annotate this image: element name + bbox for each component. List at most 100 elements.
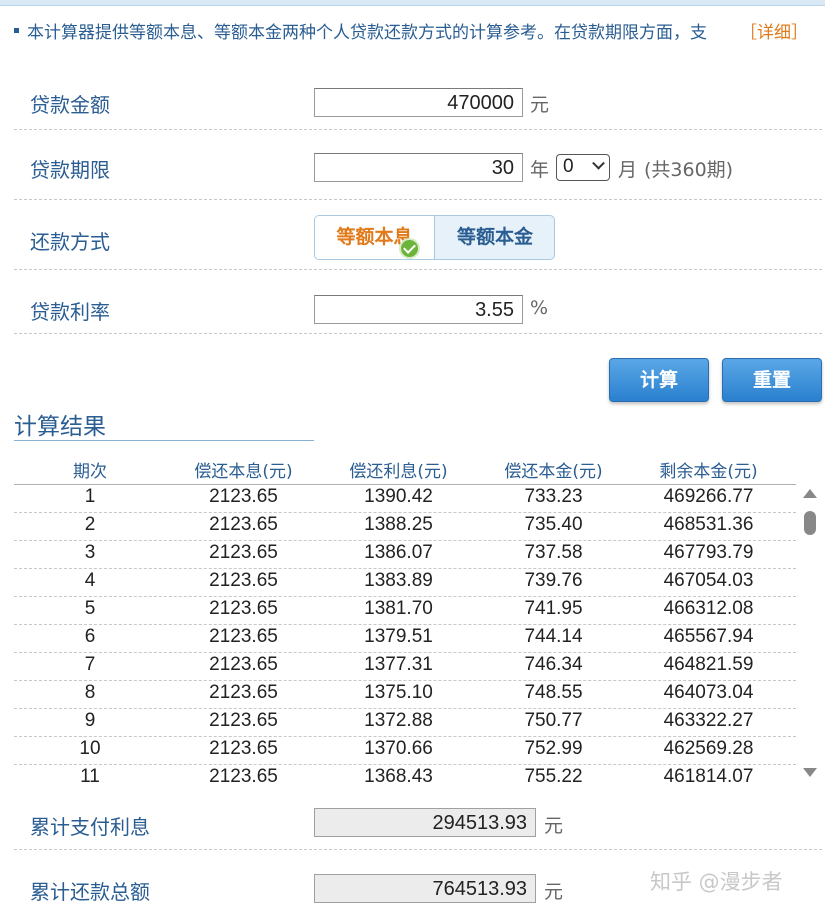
loan-amount-input[interactable]: 470000	[314, 88, 523, 117]
table-row: 2 2123.65 1388.25 735.40 468531.36	[14, 513, 796, 541]
table-row: 5 2123.65 1381.70 741.95 466312.08	[14, 597, 796, 625]
table-row: 8 2123.65 1375.10 748.55 464073.04	[14, 681, 796, 709]
cell-interest: 1370.66	[364, 738, 433, 759]
cell-remaining: 467793.79	[663, 542, 754, 563]
total-payment-label: 累计还款总额	[30, 880, 150, 904]
table-row: 7 2123.65 1377.31 746.34 464821.59	[14, 653, 796, 681]
cell-interest: 1368.43	[364, 766, 433, 785]
col-period: 期次	[73, 462, 107, 482]
cell-payment: 2123.65	[209, 626, 278, 647]
cell-interest: 1386.07	[364, 542, 433, 563]
cell-interest: 1381.70	[364, 598, 433, 619]
cell-remaining: 468531.36	[663, 514, 754, 535]
top-border	[0, 0, 825, 6]
total-interest-unit: 元	[544, 815, 564, 837]
table-scrollbar[interactable]	[799, 485, 821, 781]
table-row: 4 2123.65 1383.89 739.76 467054.03	[14, 569, 796, 597]
notice-text: 本计算器提供等额本息、等额本金两种个人贷款还款方式的计算参考。在贷款期限方面，支	[27, 23, 707, 43]
cell-payment: 2123.65	[209, 570, 278, 591]
calculate-button[interactable]: 计算	[609, 358, 709, 402]
results-table-header: 期次 偿还本息(元) 偿还利息(元) 偿还本金(元) 剩余本金(元)	[14, 455, 796, 485]
interest-rate-label: 贷款利率	[30, 300, 110, 324]
cell-principal: 741.95	[524, 598, 583, 619]
cell-principal: 744.14	[524, 626, 583, 647]
notice-bar: 本计算器提供等额本息、等额本金两种个人贷款还款方式的计算参考。在贷款期限方面，支…	[14, 18, 814, 46]
cell-period: 3	[84, 542, 96, 563]
loan-term-label: 贷款期限	[30, 158, 110, 182]
results-table-body[interactable]: 1 2123.65 1390.42 733.23 469266.77 2 2123.65 13…	[14, 485, 796, 785]
detail-link[interactable]: ［详细］	[732, 18, 808, 43]
cell-period: 2	[84, 514, 96, 535]
cell-payment: 2123.65	[209, 738, 278, 759]
scroll-down-icon[interactable]	[803, 768, 817, 777]
cell-payment: 2123.65	[209, 514, 278, 535]
cell-period: 9	[84, 710, 96, 731]
table-row: 10 2123.65 1370.66 752.99 462569.28	[14, 737, 796, 765]
cell-principal: 737.58	[524, 542, 583, 563]
cell-remaining: 464821.59	[663, 654, 754, 675]
table-row: 6 2123.65 1379.51 744.14 465567.94	[14, 625, 796, 653]
option-equal-principal[interactable]: 等额本金	[435, 216, 554, 259]
months-select-value: 0	[563, 156, 574, 177]
loan-term-years-input[interactable]: 30	[314, 153, 523, 182]
loan-amount-row: 贷款金额 470000 元	[14, 70, 822, 130]
cell-period: 11	[80, 766, 100, 785]
cell-remaining: 465567.94	[663, 626, 754, 647]
cell-interest: 1383.89	[364, 570, 433, 591]
months-select[interactable]: 0	[556, 154, 610, 181]
month-unit: 月	[618, 159, 638, 181]
cell-payment: 2123.65	[209, 682, 278, 703]
interest-rate-input[interactable]: 3.55	[314, 295, 523, 324]
cell-remaining: 462569.28	[663, 738, 754, 759]
repayment-method-toggle: 等额本息 等额本金	[314, 215, 555, 260]
cell-principal: 733.23	[524, 486, 583, 507]
loan-amount-label: 贷款金额	[30, 93, 110, 117]
cell-interest: 1390.42	[364, 486, 433, 507]
cell-period: 4	[84, 570, 96, 591]
cell-period: 1	[84, 486, 96, 507]
bullet-icon	[14, 27, 19, 33]
table-row: 3 2123.65 1386.07 737.58 467793.79	[14, 541, 796, 569]
rate-unit: %	[530, 297, 549, 319]
total-periods: (共360期)	[644, 159, 734, 181]
cell-period: 10	[79, 738, 101, 759]
cell-remaining: 464073.04	[663, 682, 754, 703]
cell-period: 8	[84, 682, 96, 703]
cell-interest: 1372.88	[364, 710, 433, 731]
scroll-thumb[interactable]	[804, 511, 816, 535]
col-principal: 偿还本金(元)	[504, 462, 603, 482]
cell-payment: 2123.65	[209, 710, 278, 731]
interest-rate-row: 贷款利率 3.55 %	[14, 270, 822, 334]
cell-remaining: 461814.07	[663, 766, 754, 785]
col-payment: 偿还本息(元)	[194, 462, 293, 482]
cell-principal: 752.99	[524, 738, 583, 759]
cell-remaining: 469266.77	[663, 486, 754, 507]
year-unit: 年	[530, 159, 550, 181]
results-title: 计算结果	[14, 407, 314, 441]
total-payment-unit: 元	[544, 881, 564, 903]
repayment-method-label: 还款方式	[30, 230, 110, 254]
cell-interest: 1377.31	[364, 654, 433, 675]
cell-principal: 735.40	[524, 514, 583, 535]
cell-payment: 2123.65	[209, 654, 278, 675]
col-interest: 偿还利息(元)	[349, 462, 448, 482]
cell-principal: 746.34	[524, 654, 583, 675]
scroll-up-icon[interactable]	[803, 489, 817, 498]
reset-button[interactable]: 重置	[722, 358, 822, 402]
loan-term-row: 贷款期限 30 年 0 月 (共360期)	[14, 130, 822, 200]
col-remaining: 剩余本金(元)	[659, 462, 758, 482]
total-interest-row: 累计支付利息 294513.93 元	[14, 790, 822, 850]
cell-remaining: 467054.03	[663, 570, 754, 591]
cell-period: 6	[84, 626, 96, 647]
cell-remaining: 466312.08	[663, 598, 754, 619]
cell-period: 5	[84, 598, 96, 619]
cell-interest: 1375.10	[364, 682, 433, 703]
cell-interest: 1388.25	[364, 514, 433, 535]
cell-payment: 2123.65	[209, 486, 278, 507]
cell-interest: 1379.51	[364, 626, 433, 647]
table-row: 1 2123.65 1390.42 733.23 469266.77	[14, 485, 796, 513]
total-interest-label: 累计支付利息	[30, 815, 150, 839]
repayment-method-row: 还款方式 等额本息 等额本金	[14, 200, 822, 270]
chevron-down-icon	[592, 156, 605, 170]
total-payment-field: 764513.93	[314, 874, 536, 903]
